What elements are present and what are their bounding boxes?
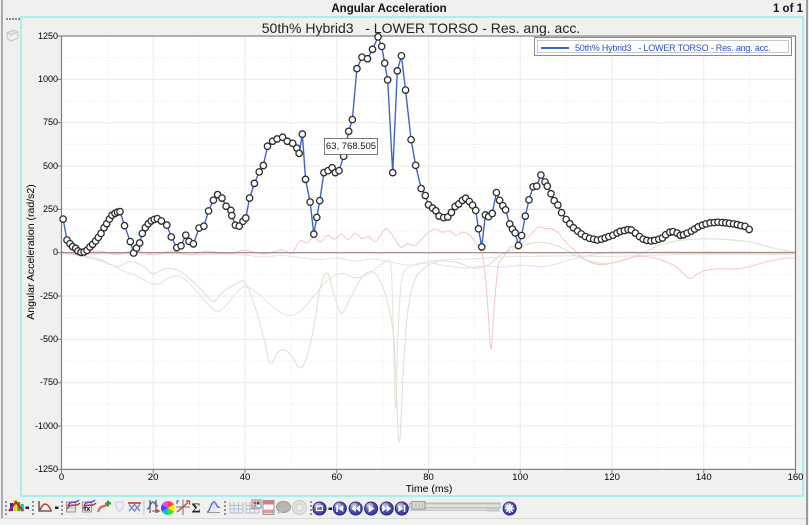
- svg-text:Σ: Σ: [192, 502, 201, 517]
